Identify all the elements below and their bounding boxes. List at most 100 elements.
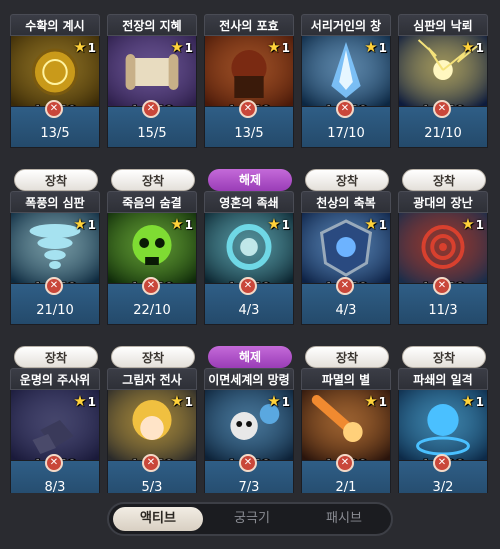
star-icon: ★1 <box>461 392 484 410</box>
skill-icon[interactable]: ★1Lv.50 <box>10 390 100 460</box>
unequip-button[interactable]: 해제 <box>208 169 292 191</box>
fragment-count: 21/10 <box>36 303 74 318</box>
skill-icon[interactable]: ★1Lv.20 <box>398 390 488 460</box>
star-icon: ★1 <box>73 215 96 233</box>
skill-icon[interactable]: ★1Lv.50 <box>204 36 294 106</box>
tab-passive[interactable]: 패시브 <box>299 507 389 531</box>
skill-icon[interactable]: ★1Lv.50 <box>301 213 391 283</box>
close-icon[interactable]: ✕ <box>45 277 63 295</box>
skill-card[interactable]: 영혼의 족쇄★1Lv.50 4/3 ✕ 해제 <box>204 191 294 368</box>
star-count: 1 <box>281 41 290 55</box>
skill-icon[interactable]: ★1Lv.50 <box>107 390 197 460</box>
fragment-count: 13/5 <box>234 126 264 141</box>
skill-icon[interactable]: ★1Lv.50 <box>301 36 391 106</box>
skill-title: 죽음의 숨결 <box>107 191 197 213</box>
equip-button[interactable]: 장착 <box>111 346 195 368</box>
skill-title: 서리거인의 창 <box>301 14 391 36</box>
equip-button[interactable]: 장착 <box>402 169 486 191</box>
skill-icon[interactable]: ★1Lv.50 <box>204 213 294 283</box>
star-count: 1 <box>475 41 484 55</box>
skill-card[interactable]: 서리거인의 창★1Lv.50 17/10 ✕ 장착 <box>301 14 391 191</box>
star-icon: ★1 <box>364 392 387 410</box>
close-icon[interactable]: ✕ <box>142 277 160 295</box>
equip-button[interactable]: 장착 <box>305 346 389 368</box>
skill-icon[interactable]: ★1Lv.50 <box>204 390 294 460</box>
skill-title: 전장의 지혜 <box>107 14 197 36</box>
skill-title: 폭풍의 심판 <box>10 191 100 213</box>
skill-title: 그림자 전사 <box>107 368 197 390</box>
close-icon[interactable]: ✕ <box>336 454 354 472</box>
close-icon[interactable]: ✕ <box>239 454 257 472</box>
star-count: 1 <box>184 395 193 409</box>
skill-title: 광대의 장난 <box>398 191 488 213</box>
star-count: 1 <box>87 41 96 55</box>
close-icon[interactable]: ✕ <box>239 100 257 118</box>
skill-icon[interactable]: ★1Lv.50 <box>107 36 197 106</box>
star-count: 1 <box>378 41 387 55</box>
star-count: 1 <box>184 218 193 232</box>
skill-title: 천상의 축복 <box>301 191 391 213</box>
tab-active[interactable]: 액티브 <box>113 507 203 531</box>
star-count: 1 <box>378 218 387 232</box>
skill-title: 파멸의 별 <box>301 368 391 390</box>
skill-icon[interactable]: ★1Lv.50 <box>10 36 100 106</box>
skill-icon[interactable]: ★1Lv.50 <box>398 213 488 283</box>
close-icon[interactable]: ✕ <box>433 454 451 472</box>
close-icon[interactable]: ✕ <box>336 100 354 118</box>
star-icon: ★1 <box>73 38 96 56</box>
fragment-count: 21/10 <box>424 126 462 141</box>
skill-card[interactable]: 전장의 지혜★1Lv.50 15/5 ✕ 장착 <box>107 14 197 191</box>
close-icon[interactable]: ✕ <box>336 277 354 295</box>
close-icon[interactable]: ✕ <box>433 100 451 118</box>
star-icon: ★1 <box>364 38 387 56</box>
skill-title: 파쇄의 일격 <box>398 368 488 390</box>
close-icon[interactable]: ✕ <box>433 277 451 295</box>
skill-title: 수확의 계시 <box>10 14 100 36</box>
fragment-count: 4/3 <box>335 303 357 318</box>
fragment-count: 22/10 <box>133 303 171 318</box>
star-icon: ★1 <box>461 215 484 233</box>
fragment-count: 11/3 <box>428 303 458 318</box>
equip-button[interactable]: 장착 <box>402 346 486 368</box>
skill-card[interactable]: 수확의 계시★1Lv.50 13/5 ✕ 장착 <box>10 14 100 191</box>
skill-icon[interactable]: ★1Lv.50 <box>10 213 100 283</box>
star-icon: ★1 <box>267 392 290 410</box>
skill-title: 심판의 낙뢰 <box>398 14 488 36</box>
star-count: 1 <box>281 218 290 232</box>
skill-icon[interactable]: ★1Lv.39 <box>301 390 391 460</box>
skill-type-tabs: 액티브 궁극기 패시브 <box>107 502 393 536</box>
skill-title: 이면세계의 망령 <box>204 368 294 390</box>
skill-icon[interactable]: ★1Lv.50 <box>107 213 197 283</box>
skill-card[interactable]: 죽음의 숨결★1Lv.50 22/10 ✕ 장착 <box>107 191 197 368</box>
skill-card[interactable]: 광대의 장난★1Lv.50 11/3 ✕ 장착 <box>398 191 488 368</box>
star-icon: ★1 <box>267 215 290 233</box>
star-count: 1 <box>184 41 193 55</box>
equip-button[interactable]: 장착 <box>14 346 98 368</box>
star-icon: ★1 <box>461 38 484 56</box>
fragment-count: 13/5 <box>40 126 70 141</box>
skill-icon[interactable]: ★1Lv.50 <box>398 36 488 106</box>
star-count: 1 <box>475 395 484 409</box>
equip-button[interactable]: 장착 <box>14 169 98 191</box>
close-icon[interactable]: ✕ <box>142 454 160 472</box>
star-count: 1 <box>281 395 290 409</box>
star-icon: ★1 <box>170 215 193 233</box>
skill-card[interactable]: 전사의 포효★1Lv.50 13/5 ✕ 해제 <box>204 14 294 191</box>
close-icon[interactable]: ✕ <box>45 454 63 472</box>
fragment-count: 4/3 <box>238 303 260 318</box>
star-count: 1 <box>87 218 96 232</box>
unequip-button[interactable]: 해제 <box>208 346 292 368</box>
equip-button[interactable]: 장착 <box>305 169 389 191</box>
close-icon[interactable]: ✕ <box>45 100 63 118</box>
equip-button[interactable]: 장착 <box>111 169 195 191</box>
skill-card[interactable]: 심판의 낙뢰★1Lv.50 21/10 ✕ 장착 <box>398 14 488 191</box>
skill-card[interactable]: 천상의 축복★1Lv.50 4/3 ✕ 장착 <box>301 191 391 368</box>
star-icon: ★1 <box>73 392 96 410</box>
tab-ultimate[interactable]: 궁극기 <box>207 507 297 531</box>
star-icon: ★1 <box>170 38 193 56</box>
star-icon: ★1 <box>364 215 387 233</box>
close-icon[interactable]: ✕ <box>239 277 257 295</box>
skill-card[interactable]: 폭풍의 심판★1Lv.50 21/10 ✕ 장착 <box>10 191 100 368</box>
star-icon: ★1 <box>170 392 193 410</box>
close-icon[interactable]: ✕ <box>142 100 160 118</box>
